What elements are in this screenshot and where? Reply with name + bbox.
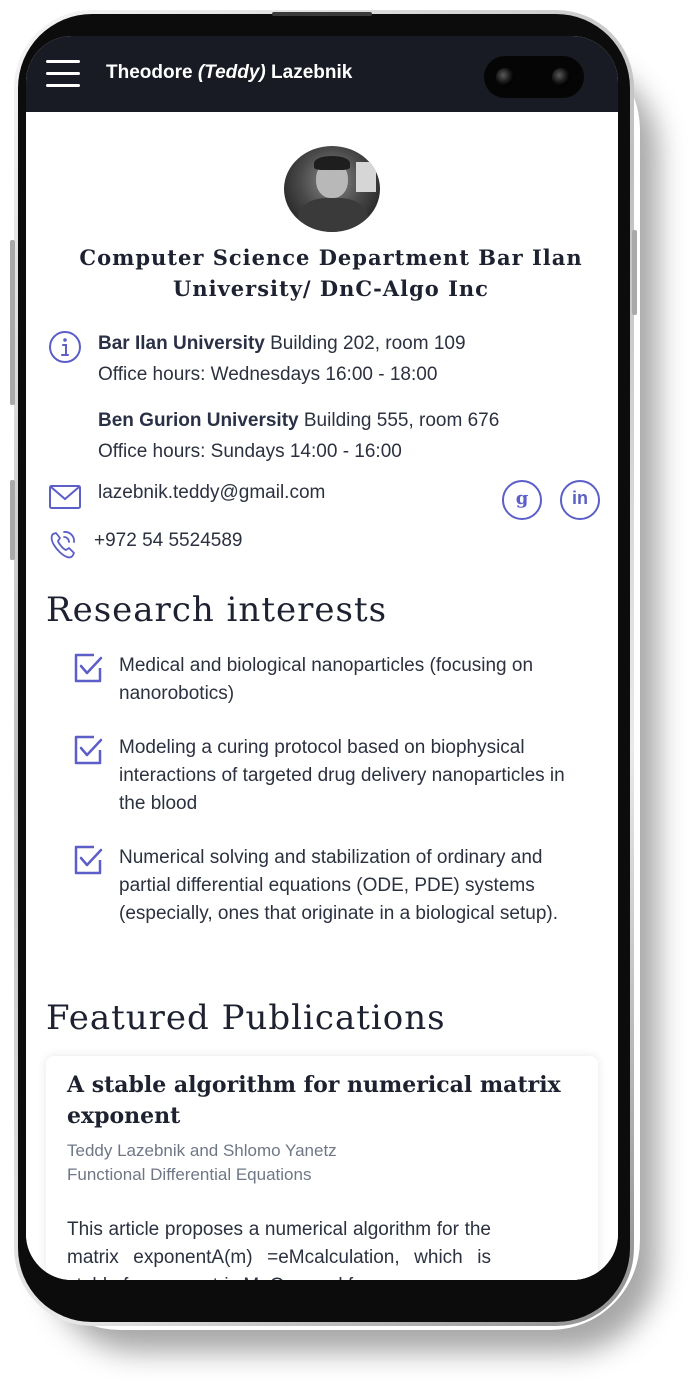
page-title: Theodore (Teddy) Lazebnik (106, 62, 352, 84)
main-content: Computer Science Department Bar Ilan Uni… (26, 112, 618, 1280)
office-location: Building 202, room 109 (264, 333, 466, 354)
research-item-text: Modeling a curing protocol based on biop… (119, 737, 565, 814)
avatar (284, 146, 380, 232)
office-hours: Office hours: Wednesdays 16:00 - 18:00 (98, 364, 438, 385)
name-first: Theodore (106, 62, 193, 83)
research-item-text: Medical and biological nanoparticles (fo… (119, 655, 534, 704)
checkbox-icon (74, 735, 103, 765)
phone-screen: Theodore (Teddy) Lazebnik Computer Scien… (26, 36, 618, 1280)
office-ben-gurion: Ben Gurion University Building 555, room… (98, 405, 499, 467)
phone-link[interactable]: +972 54 5524589 (94, 530, 242, 552)
name-last: Lazebnik (271, 62, 353, 83)
app-header: Theodore (Teddy) Lazebnik (26, 36, 618, 112)
office-location: Building 555, room 676 (298, 410, 500, 431)
info-icon (49, 331, 81, 363)
email-link[interactable]: lazebnik.teddy@gmail.com (98, 482, 325, 504)
office-hours: Office hours: Sundays 14:00 - 16:00 (98, 441, 402, 462)
google-scholar-icon[interactable]: g (502, 480, 542, 520)
publication-abstract: This article proposes a numerical algori… (67, 1219, 491, 1280)
research-item-text: Numerical solving and stabilization of o… (119, 847, 559, 924)
checkbox-icon (74, 653, 103, 683)
power-button (632, 230, 637, 315)
office-university: Bar Ilan University (98, 333, 265, 354)
front-camera (484, 56, 584, 98)
bixby-button (10, 480, 15, 560)
publication-journal: Functional Differential Equations (67, 1165, 312, 1184)
volume-button (10, 240, 15, 405)
camera-lens-icon (496, 68, 514, 86)
publication-title[interactable]: A stable algorithm for numerical matrix … (67, 1070, 567, 1132)
publication-card[interactable]: A stable algorithm for numerical matrix … (46, 1056, 598, 1280)
mail-icon (49, 485, 81, 509)
linkedin-icon-glyph: in (572, 488, 588, 508)
publication-authors: Teddy Lazebnik and Shlomo Yanetz (67, 1141, 337, 1160)
phone-icon (50, 531, 75, 559)
camera-lens-icon (552, 68, 570, 86)
office-university: Ben Gurion University (98, 410, 299, 431)
department-heading: Computer Science Department Bar Ilan Uni… (79, 245, 583, 301)
google-icon-glyph: g (515, 488, 529, 509)
checkbox-icon (74, 845, 103, 875)
office-bar-ilan: Bar Ilan University Building 202, room 1… (98, 328, 466, 390)
linkedin-icon[interactable]: in (560, 480, 600, 520)
publications-title: Featured Publications (46, 998, 446, 1038)
research-title: Research interests (46, 590, 388, 630)
menu-icon[interactable] (46, 60, 80, 88)
nickname: (Teddy) (197, 62, 266, 83)
speaker-grille (272, 12, 372, 16)
